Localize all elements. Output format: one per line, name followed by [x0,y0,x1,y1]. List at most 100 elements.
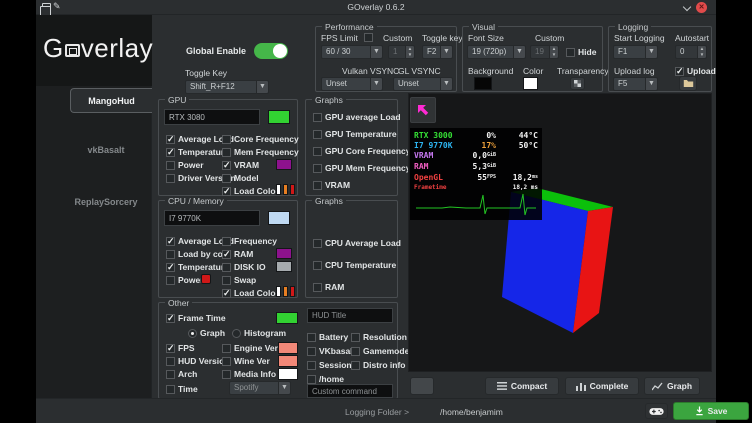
gamepad-button[interactable] [645,403,668,419]
font-size-select[interactable]: 19 (720p)▼ [467,45,526,59]
autostart-spinner[interactable]: 0▲▼ [675,45,707,59]
other-check-resolution[interactable]: Resolution [351,332,407,342]
checkbox[interactable] [675,67,684,76]
checkbox[interactable] [313,147,322,156]
text-color-swatch[interactable] [523,77,538,90]
upload-folder-button[interactable] [679,76,697,91]
complete-view-button[interactable]: Complete [565,377,639,395]
other-check-engine-ver[interactable]: Engine Ver [222,343,278,353]
logging-folder-path[interactable]: /home/benjamim [440,407,503,417]
gpu-check-temperature[interactable]: Temperature [166,147,229,157]
upload-log-select[interactable]: F5▼ [613,77,658,91]
spinner-arrows-icon[interactable]: ▲▼ [549,46,558,58]
checkbox[interactable] [364,33,373,42]
other-radio-graph[interactable]: Graph [188,328,225,338]
global-enable-toggle[interactable] [254,43,288,59]
checkbox[interactable] [166,135,175,144]
spinner-arrows-icon[interactable]: ▲▼ [405,46,414,58]
checkbox[interactable] [222,187,231,196]
graph-check-gpu-mem-frequency[interactable]: GPU Mem Frequency [313,163,411,173]
other-check-session[interactable]: Session [307,360,352,370]
close-button[interactable]: ✕ [696,2,707,13]
other-check-media-info[interactable]: Media Info [222,369,276,379]
save-button[interactable]: Save [673,402,749,420]
graph-check-cpu-average-load[interactable]: CPU Average Load [313,238,401,248]
checkbox[interactable] [166,250,175,259]
radio[interactable] [232,329,241,338]
checkbox[interactable] [222,148,231,157]
checkbox[interactable] [222,237,231,246]
checkbox[interactable] [222,174,231,183]
checkbox[interactable] [166,314,175,323]
checkbox[interactable] [222,344,231,353]
graph-check-ram[interactable]: RAM [313,282,344,292]
gpu-load-color-low-swatch[interactable] [276,184,281,195]
checkbox[interactable] [166,370,175,379]
checkbox[interactable] [351,333,360,342]
other-check-wine-ver[interactable]: Wine Ver [222,356,270,366]
gl-vsync-select[interactable]: Unset▼ [393,77,453,91]
sidebar-item-mangohud[interactable]: MangoHud [70,88,152,113]
gpu-load-color-mid-swatch[interactable] [283,184,288,195]
checkbox[interactable] [313,261,322,270]
cpu-check-swap[interactable]: Swap [222,275,256,285]
fps-limit-select[interactable]: 60 / 30▼ [321,45,383,59]
gpu-load-color-high-swatch[interactable] [290,184,295,195]
vram-color-swatch[interactable] [276,159,292,170]
media-info-color-swatch[interactable] [278,368,298,380]
checkbox[interactable] [166,344,175,353]
gpu-name-input[interactable] [164,109,260,125]
checkbox[interactable] [166,385,175,394]
checkbox[interactable] [222,370,231,379]
hud-position-button[interactable] [410,97,436,123]
checkbox[interactable] [222,357,231,366]
checkbox[interactable] [313,181,322,190]
cpu-check-temperature[interactable]: Temperature [166,262,229,272]
cpu-power-color-swatch[interactable] [201,274,211,284]
checkbox[interactable] [222,263,231,272]
vulkan-vsync-select[interactable]: Unset▼ [321,77,383,91]
engine-ver-color-swatch[interactable] [278,342,298,354]
spinner-arrows-icon[interactable]: ▲▼ [697,46,706,58]
checkbox[interactable] [222,289,231,298]
radio[interactable] [188,329,197,338]
other-check-distro-info[interactable]: Distro info [351,360,406,370]
graph-view-button[interactable]: Graph [644,377,700,395]
checkbox[interactable] [351,347,360,356]
graph-check-cpu-temperature[interactable]: CPU Temperature [313,260,396,270]
other-check-hud-version[interactable]: HUD Version [166,356,230,366]
checkbox[interactable] [351,361,360,370]
gpu-check-core-frequency[interactable]: Core Frequency [222,134,299,144]
disk-io-color-swatch[interactable] [276,261,292,272]
other-check-arch[interactable]: Arch [166,369,197,379]
graph-check-gpu-average-load[interactable]: GPU average Load [313,112,401,122]
checkbox[interactable] [166,174,175,183]
gpu-color-swatch[interactable] [268,110,290,124]
checkbox[interactable] [222,161,231,170]
gpu-check-power[interactable]: Power [166,160,204,170]
render-left-handle[interactable] [410,377,434,395]
sidebar-item-replaysorcery[interactable]: ReplaySorcery [60,197,152,207]
background-color-swatch[interactable] [474,77,492,90]
checkbox[interactable] [313,164,322,173]
hud-title-input[interactable] [307,308,393,323]
cpu-check-power[interactable]: Power [166,275,204,285]
checkbox[interactable] [222,250,231,259]
cpu-check-ram[interactable]: RAM [222,249,253,259]
graph-check-vram[interactable]: VRAM [313,180,350,190]
gpu-check-vram[interactable]: VRAM [222,160,259,170]
checkbox[interactable] [307,361,316,370]
checkbox[interactable] [307,333,316,342]
other-check-battery[interactable]: Battery [307,332,348,342]
checkbox[interactable] [166,148,175,157]
cpu-name-input[interactable] [164,210,260,226]
cpu-load-color-mid-swatch[interactable] [283,286,288,297]
perf-toggle-key-select[interactable]: F2▼ [422,45,453,59]
other-check-frame-time[interactable]: Frame Time [166,313,226,323]
gpu-check-mem-frequency[interactable]: Mem Frequency [222,147,299,157]
media-player-select[interactable]: Spotify▼ [229,381,291,395]
checkbox[interactable] [313,239,322,248]
wine-ver-color-swatch[interactable] [278,355,298,367]
start-logging-select[interactable]: F1▼ [613,45,658,59]
other-check-vkbasalt[interactable]: VKbasalt [307,346,355,356]
